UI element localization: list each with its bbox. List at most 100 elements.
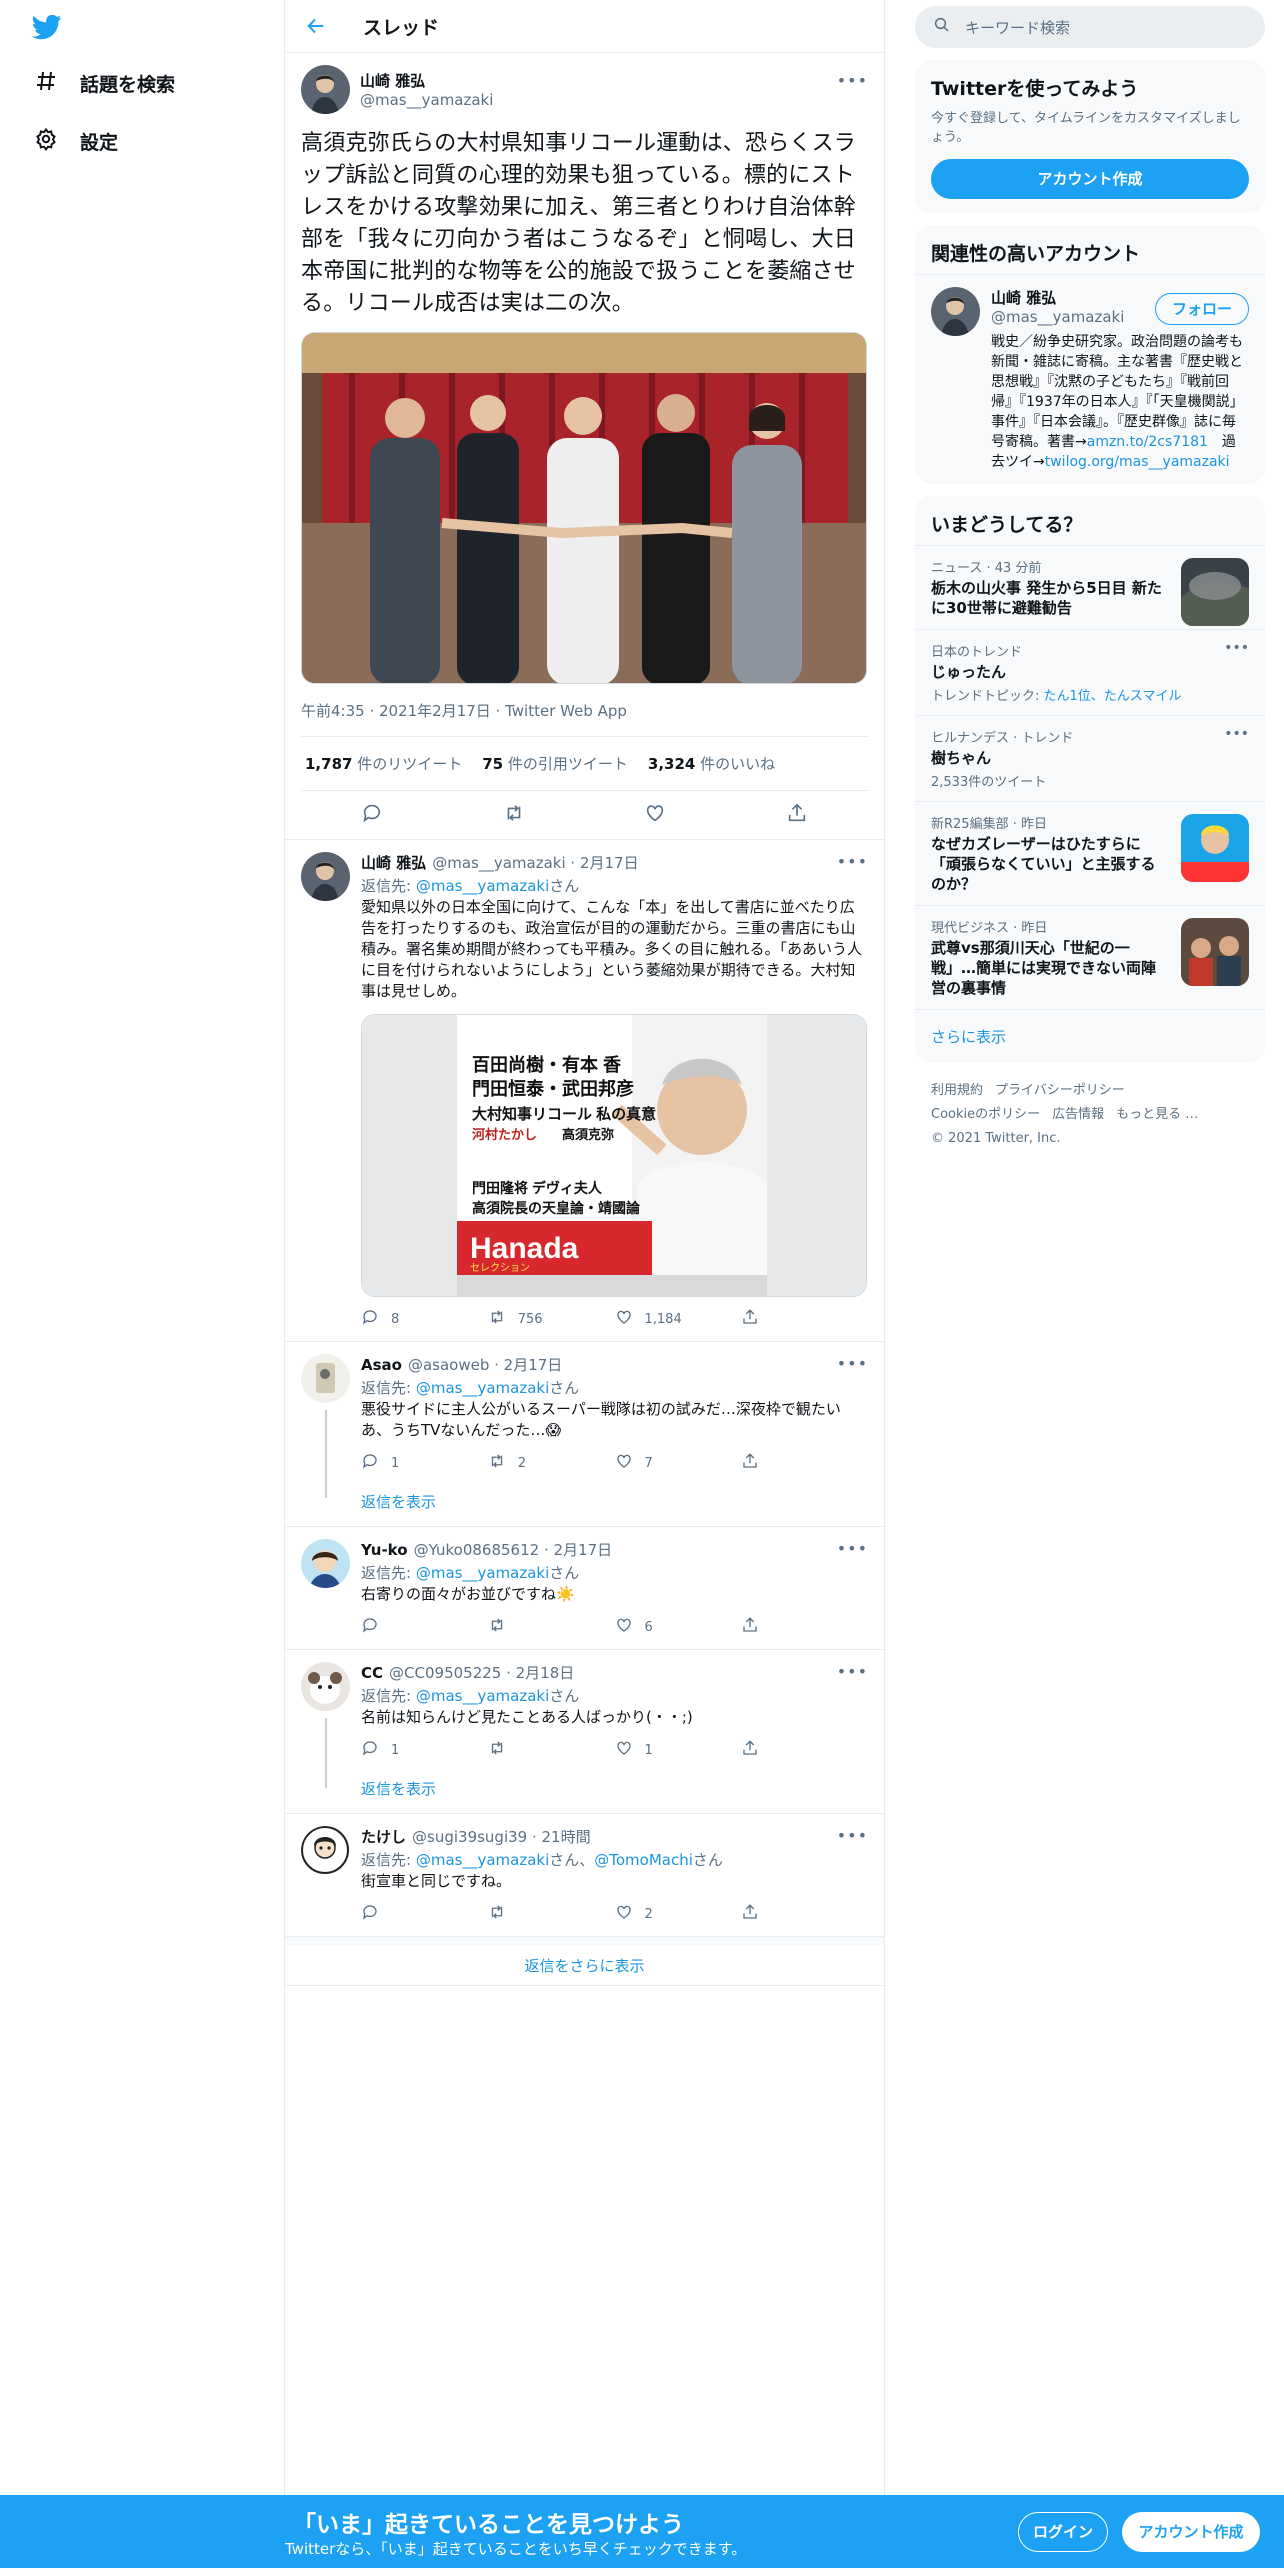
- tweet-text: 高須克弥氏らの大村県知事リコール運動は、恐らくスラップ訴訟と同質の心理的効果も狙…: [301, 131, 857, 316]
- reply-to-link-2[interactable]: @TomoMachi: [594, 1851, 693, 1869]
- hashtag-icon: [34, 69, 58, 98]
- like-button[interactable]: 7: [615, 1452, 742, 1474]
- trend-item[interactable]: 新R25編集部 · 昨日 なぜカズレーザーはひたすらに「頑張らなくていい」と主張…: [915, 801, 1265, 905]
- footer-ads[interactable]: 広告情報: [1052, 1107, 1104, 1122]
- share-icon[interactable]: [786, 802, 808, 828]
- create-account-button[interactable]: アカウント作成: [931, 159, 1249, 199]
- trend-item[interactable]: 現代ビジネス · 昨日 武尊vs那須川天心「世紀の一戦」…簡単には実現できない両…: [915, 905, 1265, 1009]
- avatar[interactable]: [301, 1662, 350, 1711]
- search-input[interactable]: キーワード検索: [965, 17, 1070, 38]
- reply-author-name[interactable]: Asao: [361, 1356, 402, 1374]
- likes-stat[interactable]: 3,324 件のいいね: [648, 753, 775, 774]
- reply-button[interactable]: 1: [361, 1739, 488, 1761]
- more-options-icon[interactable]: •••: [837, 1539, 868, 1558]
- reply-author-name[interactable]: Yu-ko: [361, 1541, 408, 1559]
- reply-tweet[interactable]: ••• 山崎 雅弘 @mas__yamazaki · 2月17日 返信先: @ma…: [285, 840, 884, 1342]
- more-options-icon[interactable]: •••: [1224, 726, 1249, 742]
- reply-tweet[interactable]: ••• たけし @sugi39sugi39 · 21時間 返信先: @mas__y…: [285, 1814, 884, 1937]
- retweet-icon: [488, 1308, 506, 1330]
- show-replies-link[interactable]: 返信を表示: [361, 1778, 868, 1803]
- reply-to-link[interactable]: @mas__yamazaki: [416, 1564, 549, 1582]
- reply-button[interactable]: 8: [361, 1308, 488, 1330]
- reply-to-link[interactable]: @mas__yamazaki: [416, 1851, 549, 1869]
- like-button[interactable]: 2: [615, 1903, 742, 1925]
- back-arrow-icon[interactable]: [305, 15, 327, 37]
- footer-cookie[interactable]: Cookieのポリシー: [931, 1107, 1040, 1122]
- retweets-stat[interactable]: 1,787 件のリツイート: [305, 753, 462, 774]
- more-options-icon[interactable]: •••: [837, 1662, 868, 1681]
- like-count: 2: [644, 1906, 653, 1922]
- more-options-icon[interactable]: •••: [837, 852, 868, 871]
- like-icon[interactable]: [644, 802, 666, 828]
- related-account[interactable]: フォロー 山崎 雅弘 @mas__yamazaki 戦史／紛争史研究家。政治問題…: [915, 274, 1265, 484]
- retweet-button[interactable]: 756: [488, 1308, 615, 1330]
- show-more-replies-button[interactable]: 返信をさらに表示: [285, 1937, 884, 1986]
- tweet-photo[interactable]: [301, 332, 867, 684]
- reply-tweet[interactable]: ••• Yu-ko @Yuko08685612 · 2月17日 返信先: @mas…: [285, 1527, 884, 1650]
- reply-to-link[interactable]: @mas__yamazaki: [416, 1687, 549, 1705]
- login-button[interactable]: ログイン: [1018, 2512, 1108, 2552]
- reply-to-prefix: 返信先:: [361, 1851, 416, 1869]
- avatar[interactable]: [301, 1539, 350, 1588]
- retweet-button[interactable]: 2: [488, 1452, 615, 1474]
- trend-item[interactable]: ••• ヒルナンデス · トレンド 樹ちゃん 2,533件のツイート: [915, 715, 1265, 801]
- nav-settings[interactable]: 設定: [34, 121, 118, 161]
- avatar[interactable]: [931, 287, 980, 336]
- share-button[interactable]: [741, 1308, 868, 1330]
- twitter-logo-icon[interactable]: [30, 12, 64, 42]
- right-sidebar: キーワード検索 Twitterを使ってみよう 今すぐ登録して、タイムラインをカス…: [915, 0, 1265, 1167]
- retweet-button[interactable]: [488, 1739, 615, 1761]
- more-options-icon[interactable]: •••: [1224, 640, 1249, 656]
- author-handle[interactable]: @mas__yamazaki: [360, 91, 493, 109]
- bio-link-1[interactable]: amzn.to/2cs7181: [1087, 434, 1208, 450]
- show-more-trends[interactable]: さらに表示: [915, 1009, 1265, 1063]
- search-box[interactable]: キーワード検索: [915, 6, 1265, 48]
- author-name[interactable]: 山崎 雅弘: [360, 70, 493, 91]
- avatar[interactable]: [301, 1354, 350, 1403]
- trend-sub: トレンドトピック: たん1位、たんスマイル: [931, 685, 1249, 704]
- like-button[interactable]: 6: [615, 1616, 742, 1638]
- reply-to-link[interactable]: @mas__yamazaki: [416, 877, 549, 895]
- footer-more[interactable]: もっと見る …: [1116, 1107, 1198, 1122]
- share-button[interactable]: [741, 1616, 868, 1638]
- quotes-stat[interactable]: 75 件の引用ツイート: [482, 753, 628, 774]
- share-button[interactable]: [741, 1739, 868, 1761]
- avatar[interactable]: [301, 65, 350, 114]
- retweet-icon[interactable]: [503, 802, 525, 828]
- retweet-button[interactable]: [488, 1903, 615, 1925]
- reply-button[interactable]: [361, 1903, 488, 1925]
- avatar[interactable]: [301, 852, 350, 901]
- trend-item[interactable]: ニュース · 43 分前 栃木の山火事 発生から5日目 新たに30世帯に避難勧告: [915, 545, 1265, 629]
- reply-author-name[interactable]: 山崎 雅弘: [361, 852, 426, 873]
- focus-tweet: 山崎 雅弘 @mas__yamazaki ••• 高須克弥氏らの大村県知事リコー…: [285, 53, 884, 840]
- more-options-icon[interactable]: •••: [837, 71, 868, 90]
- share-button[interactable]: [741, 1903, 868, 1925]
- reply-photo[interactable]: 百田尚樹・有本 香 門田恒泰・武田邦彦 大村知事リコール 私の真意 河村たかし …: [361, 1014, 867, 1297]
- show-replies-link[interactable]: 返信を表示: [361, 1491, 868, 1516]
- signup-button[interactable]: アカウント作成: [1122, 2512, 1260, 2552]
- bottom-bar-subtitle: Twitterなら、「いま」起きていることをいち早くチェックできます。: [285, 2540, 747, 2558]
- more-options-icon[interactable]: •••: [837, 1354, 868, 1373]
- share-button[interactable]: [741, 1452, 868, 1474]
- reply-button[interactable]: 1: [361, 1452, 488, 1474]
- reply-to-link[interactable]: @mas__yamazaki: [416, 1379, 549, 1397]
- footer-terms[interactable]: 利用規約: [931, 1083, 983, 1098]
- follow-button[interactable]: フォロー: [1154, 293, 1249, 325]
- trend-item[interactable]: ••• 日本のトレンド じゅったん トレンドトピック: たん1位、たんスマイル: [915, 629, 1265, 715]
- more-options-icon[interactable]: •••: [837, 1826, 868, 1845]
- retweet-button[interactable]: [488, 1616, 615, 1638]
- footer-privacy[interactable]: プライバシーポリシー: [995, 1083, 1125, 1098]
- like-button[interactable]: 1,184: [615, 1308, 742, 1330]
- reply-tweet[interactable]: ••• Asao @asaoweb · 2月17日 返信先: @mas__yama…: [285, 1342, 884, 1527]
- trend-sub-link[interactable]: たん1位、たんスマイル: [1044, 689, 1182, 704]
- reply-author-name[interactable]: たけし: [361, 1826, 406, 1847]
- reply-author-name[interactable]: CC: [361, 1664, 383, 1682]
- nav-explore[interactable]: 話題を検索: [34, 63, 175, 103]
- avatar[interactable]: [301, 1826, 350, 1875]
- reply-button[interactable]: [361, 1616, 488, 1638]
- reply-icon[interactable]: [361, 802, 383, 828]
- reply-tweet[interactable]: ••• CC @CC09505225 · 2月18日 返信先: @mas__yam…: [285, 1650, 884, 1814]
- trend-title: じゅったん: [931, 663, 1007, 681]
- like-button[interactable]: 1: [615, 1739, 742, 1761]
- bio-link-2[interactable]: twilog.org/mas__yamazaki: [1045, 454, 1230, 470]
